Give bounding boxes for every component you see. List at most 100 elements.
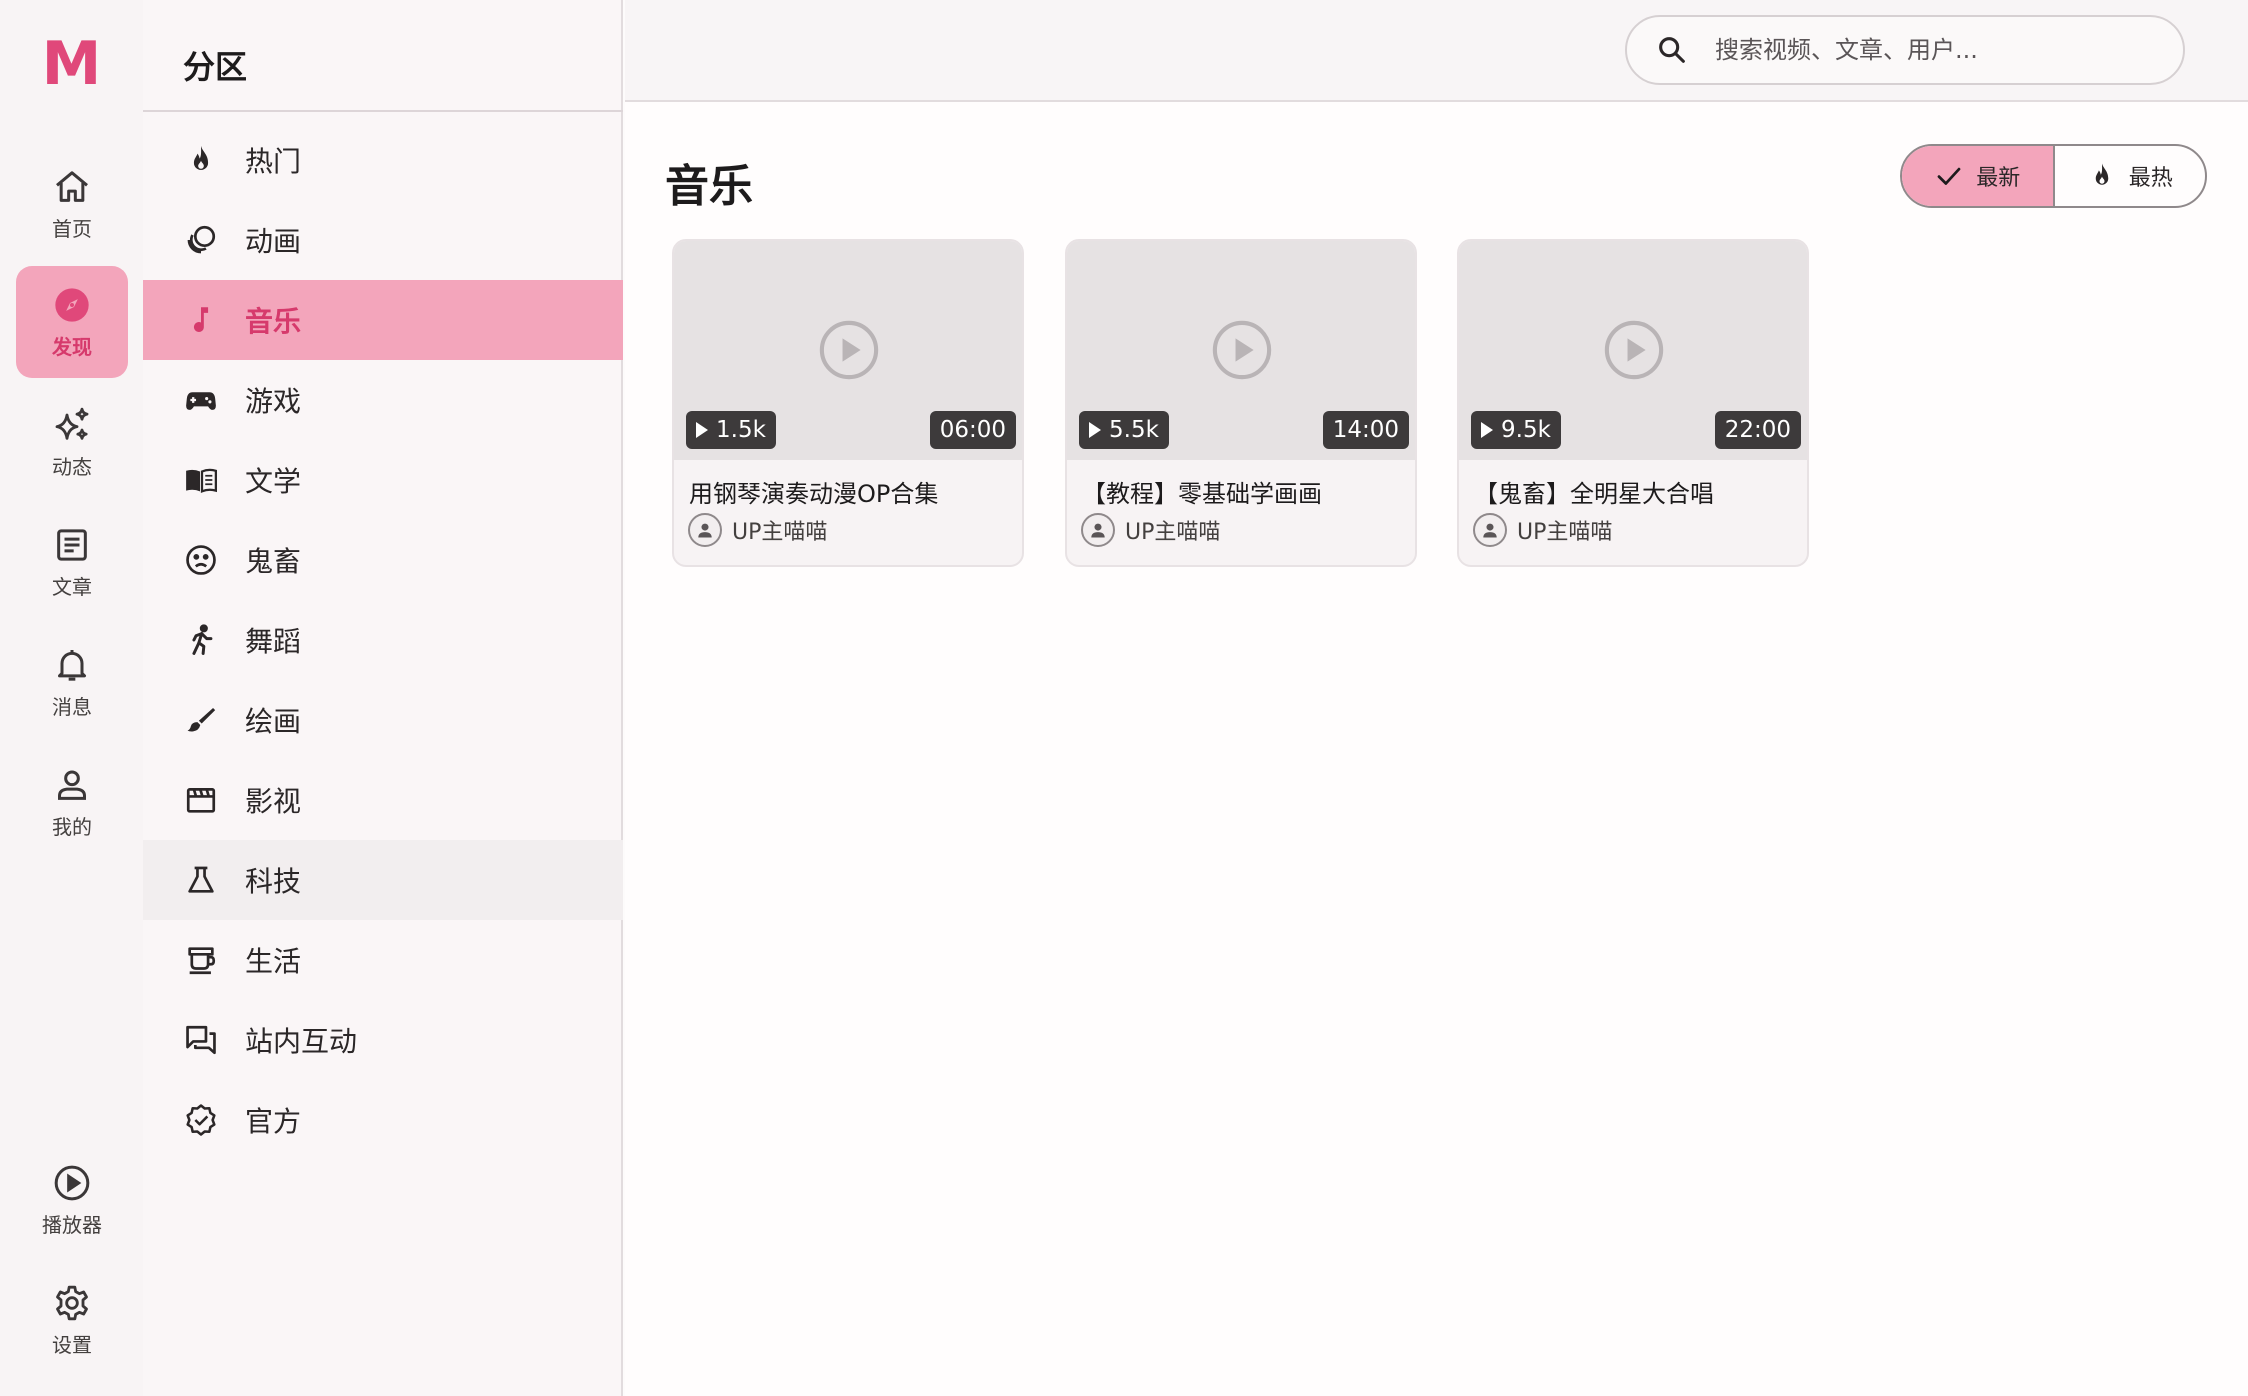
rail-item-me[interactable]: 我的 bbox=[16, 746, 128, 858]
category-label: 影视 bbox=[245, 785, 302, 818]
rail-item-label: 动态 bbox=[52, 454, 92, 479]
person-icon bbox=[1483, 523, 1497, 538]
rail-item-messages[interactable]: 消息 bbox=[16, 626, 128, 738]
flask-icon bbox=[188, 866, 214, 893]
category-label: 官方 bbox=[245, 1105, 302, 1138]
rail-item-settings[interactable]: 设置 bbox=[16, 1264, 128, 1376]
article-icon bbox=[57, 528, 87, 561]
video-card[interactable]: 5.5k 14:00 【教程】零基础学画画 UP主喵喵 bbox=[1065, 239, 1417, 567]
search-box[interactable] bbox=[1625, 15, 2185, 85]
category-item-kichiku[interactable]: 鬼畜 bbox=[143, 520, 623, 600]
avatar bbox=[1473, 513, 1507, 547]
category-label: 鬼畜 bbox=[245, 545, 302, 578]
category-item-official[interactable]: 官方 bbox=[143, 1080, 623, 1160]
rail-item-label: 文章 bbox=[52, 574, 92, 599]
rail-item-home[interactable]: 首页 bbox=[16, 148, 128, 260]
video-title[interactable]: 【鬼畜】全明星大合唱 bbox=[1474, 474, 1714, 509]
music-note-icon bbox=[193, 307, 209, 332]
chat-icon bbox=[186, 1025, 216, 1055]
person-icon bbox=[698, 523, 712, 538]
play-small-icon bbox=[1481, 422, 1493, 438]
category-label: 音乐 bbox=[245, 305, 302, 338]
search-input[interactable] bbox=[1715, 36, 2155, 64]
category-item-hot[interactable]: 热门 bbox=[143, 120, 623, 200]
uploader-name: UP主喵喵 bbox=[1125, 520, 1221, 545]
category-label: 游戏 bbox=[245, 385, 302, 418]
sort-hottest-button[interactable]: 最热 bbox=[2055, 146, 2206, 206]
rail-item-articles[interactable]: 文章 bbox=[16, 506, 128, 618]
play-icon bbox=[819, 320, 879, 380]
sort-toggle: 最新 最热 bbox=[1900, 144, 2207, 208]
play-icon bbox=[1212, 320, 1272, 380]
compass-icon bbox=[55, 287, 89, 322]
avatar bbox=[688, 513, 722, 547]
rail-item-label: 播放器 bbox=[42, 1212, 102, 1237]
top-bar bbox=[625, 0, 2248, 102]
avatar bbox=[1081, 513, 1115, 547]
uploader-name: UP主喵喵 bbox=[1517, 520, 1613, 545]
cup-icon bbox=[188, 947, 216, 975]
category-label: 生活 bbox=[245, 945, 302, 978]
video-card[interactable]: 1.5k 06:00 用钢琴演奏动漫OP合集 UP主喵喵 bbox=[672, 239, 1024, 567]
category-label: 绘画 bbox=[245, 705, 302, 738]
category-item-music[interactable]: 音乐 bbox=[143, 280, 623, 360]
rail-item-discover[interactable]: 发现 bbox=[16, 266, 128, 378]
category-item-life[interactable]: 生活 bbox=[143, 920, 623, 1000]
panel-title: 分区 bbox=[183, 48, 248, 86]
category-item-literature[interactable]: 文学 bbox=[143, 440, 623, 520]
gear-icon bbox=[56, 1285, 88, 1320]
rail-item-label: 首页 bbox=[52, 216, 92, 241]
rail-item-feed[interactable]: 动态 bbox=[16, 386, 128, 498]
category-item-film[interactable]: 影视 bbox=[143, 760, 623, 840]
search-icon[interactable] bbox=[1655, 33, 1689, 67]
category-item-interaction[interactable]: 站内互动 bbox=[143, 1000, 623, 1080]
check-icon bbox=[1937, 167, 1961, 185]
fire-icon bbox=[2095, 163, 2108, 185]
uploader[interactable]: UP主喵喵 bbox=[1081, 513, 1220, 547]
uploader-name: UP主喵喵 bbox=[732, 520, 828, 545]
view-count-badge: 9.5k bbox=[1471, 411, 1561, 449]
rail-item-label: 发现 bbox=[52, 334, 92, 359]
uploader[interactable]: UP主喵喵 bbox=[1473, 513, 1612, 547]
video-title[interactable]: 用钢琴演奏动漫OP合集 bbox=[689, 474, 938, 509]
app-logo[interactable]: M bbox=[0, 28, 143, 100]
category-item-painting[interactable]: 绘画 bbox=[143, 680, 623, 760]
video-card[interactable]: 9.5k 22:00 【鬼畜】全明星大合唱 UP主喵喵 bbox=[1457, 239, 1809, 567]
bell-icon bbox=[58, 649, 86, 681]
category-panel: 分区 热门 动画 音乐 游戏 文学 鬼畜 舞蹈 绘画 影视 科技 生活 站内互动… bbox=[143, 0, 623, 1396]
category-item-games[interactable]: 游戏 bbox=[143, 360, 623, 440]
fire-icon bbox=[193, 145, 209, 170]
category-item-tech[interactable]: 科技 bbox=[143, 840, 623, 920]
video-thumbnail[interactable]: 1.5k 06:00 bbox=[674, 241, 1022, 460]
category-item-animation[interactable]: 动画 bbox=[143, 200, 623, 280]
category-item-dance[interactable]: 舞蹈 bbox=[143, 600, 623, 680]
main-content: 音乐 最新 最热 1.5k 06:00 用钢琴演奏动漫OP合集 UP主喵喵 5.… bbox=[625, 102, 2248, 1396]
duration-badge: 14:00 bbox=[1322, 411, 1409, 449]
duration-badge: 06:00 bbox=[929, 411, 1016, 449]
rail-item-label: 消息 bbox=[52, 694, 92, 719]
rail-item-player[interactable]: 播放器 bbox=[16, 1144, 128, 1256]
video-thumbnail[interactable]: 5.5k 14:00 bbox=[1067, 241, 1415, 460]
sparkle-icon bbox=[55, 407, 89, 440]
page-title: 音乐 bbox=[665, 161, 753, 212]
play-small-icon bbox=[696, 422, 708, 438]
video-thumbnail[interactable]: 9.5k 22:00 bbox=[1459, 241, 1807, 460]
sort-hottest-label: 最热 bbox=[2128, 166, 2173, 191]
person-icon bbox=[1091, 523, 1105, 538]
dancer-icon bbox=[192, 624, 213, 655]
video-title[interactable]: 【教程】零基础学画画 bbox=[1082, 474, 1322, 509]
view-count-badge: 1.5k bbox=[686, 411, 776, 449]
category-label: 舞蹈 bbox=[245, 625, 302, 658]
sort-newest-button[interactable]: 最新 bbox=[1902, 146, 2055, 206]
play-icon bbox=[1604, 320, 1664, 380]
rail-item-label: 设置 bbox=[52, 1332, 92, 1357]
uploader[interactable]: UP主喵喵 bbox=[688, 513, 827, 547]
gamepad-icon bbox=[186, 392, 216, 410]
brush-icon bbox=[187, 707, 216, 732]
sad-face-icon bbox=[186, 545, 216, 575]
home-icon bbox=[56, 170, 88, 202]
category-label: 动画 bbox=[245, 225, 302, 258]
divider bbox=[143, 110, 623, 112]
category-label: 站内互动 bbox=[245, 1025, 358, 1058]
duration-badge: 22:00 bbox=[1714, 411, 1801, 449]
